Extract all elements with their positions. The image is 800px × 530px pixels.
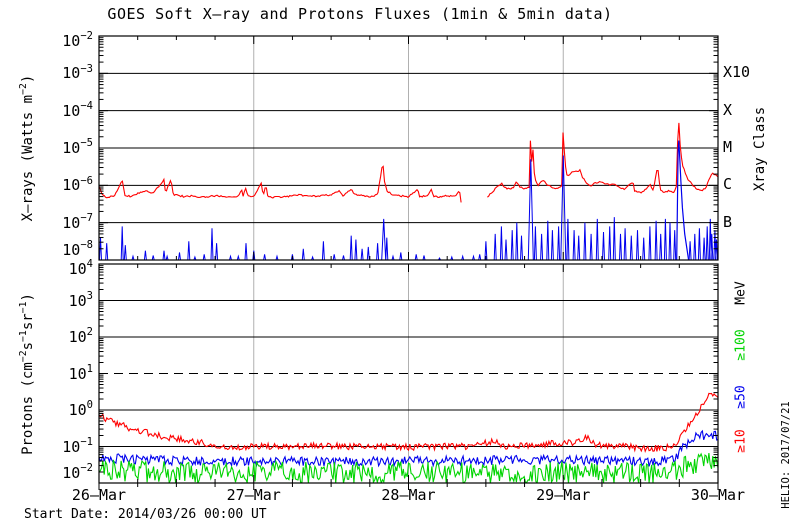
chart-canvas [98,35,719,490]
y-tick-label: 10−2 [62,462,93,482]
x-tick-label: 29–Mar [536,486,591,504]
y-axis-title: Protons (cm−2s−1sr−1) [17,292,36,455]
goes-flux-plot-page: GOES Soft X–ray and Protons Fluxes (1min… [0,0,800,530]
y-tick-label: 10−2 [62,30,93,50]
xray-panel [98,35,719,261]
x-tick-label: 30–Mar [690,486,746,504]
right-axis-label: MeV [733,281,749,305]
y-tick-label: 10−6 [62,174,93,195]
y-tick-label: 10−8 [62,239,93,259]
right-axis-label: ≥100 [733,329,749,361]
xray-long-wavelength-trace [487,122,718,198]
y-tick-label: 10−3 [62,62,93,83]
xray-class-label: M [723,138,733,156]
xray-class-label: X10 [723,63,751,82]
xray-class-label: X [723,100,733,119]
y-tick-label: 103 [68,289,93,310]
y-tick-label: 10−1 [62,435,93,456]
x-tick-label: 28–Mar [381,486,436,504]
right-axis-label: ≥50 [733,385,749,409]
y-tick-label: 10−7 [62,212,93,232]
xray-short-wavelength-flare-trace [676,140,690,260]
x-tick-label: 27–Mar [226,486,281,504]
x-tick-label: 26–Mar [71,486,127,504]
y-tick-label: 101 [68,362,93,383]
y-tick-label: 104 [68,258,93,278]
y-tick-label: 100 [68,399,93,419]
y-tick-label: 10−5 [62,137,93,157]
y-tick-label: 102 [68,326,93,346]
y-tick-label: 10−4 [62,100,93,120]
xray-class-label: C [723,175,733,194]
right-axis-title: Xray Class [752,106,768,192]
credit-label: HELIO: 2017/07/21 [779,401,792,509]
y-axis-title: X–rays (Watts m−2) [17,74,36,222]
start-date-label: Start Date: 2014/03/26 00:00 UT [24,507,267,522]
right-axis-label: ≥10 [733,429,749,453]
xray-long-wavelength-trace [99,165,462,203]
xray-class-label: B [723,212,733,231]
protons-panel [98,263,719,490]
